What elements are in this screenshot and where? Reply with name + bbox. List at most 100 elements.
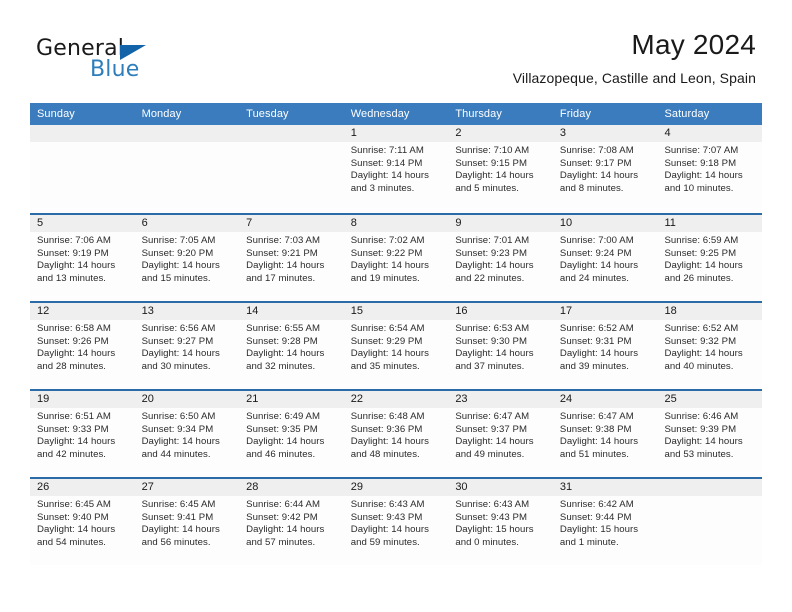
daylight-text: Daylight: 14 hours (246, 348, 325, 360)
calendar-week-row: 5 Sunrise: 7:06 AM Sunset: 9:19 PM Daylight… (30, 213, 763, 301)
weekday-header-wednesday: Wednesday (350, 108, 410, 120)
day-number: 17 (552, 303, 658, 320)
daylight-text-cont: and 10 minutes. (664, 182, 734, 194)
sunrise-text: Sunrise: 6:53 AM (455, 323, 530, 334)
day-number: 6 (134, 215, 240, 232)
sunset-text: Sunset: 9:41 PM (141, 511, 214, 523)
day-number: 19 (30, 391, 135, 408)
day-details: Sunrise: 6:58 AM Sunset: 9:26 PM Daylight:… (30, 320, 135, 373)
day-details: Sunrise: 6:47 AM Sunset: 9:38 PM Daylight:… (553, 408, 658, 461)
daylight-text: Daylight: 14 hours (246, 260, 325, 272)
calendar-day-cell[interactable]: 10 Sunrise: 7:00 AM Sunset: 9:24 PM Dayligh… (552, 215, 658, 301)
sunset-text: Sunset: 9:23 PM (455, 247, 527, 259)
calendar-day-cell[interactable]: 31 Sunrise: 6:42 AM Sunset: 9:44 PM Dayligh… (552, 479, 658, 565)
calendar-day-cell[interactable]: 6 Sunrise: 7:05 AM Sunset: 9:20 PM Daylight… (134, 215, 240, 301)
calendar-day-cell[interactable]: 5 Sunrise: 7:06 AM Sunset: 9:19 PM Daylight… (30, 215, 135, 301)
sunrise-text: Sunrise: 7:11 AM (350, 145, 424, 156)
calendar-day-cell[interactable]: 2 Sunrise: 7:10 AM Sunset: 9:15 PM Daylight… (448, 125, 553, 213)
day-number: 25 (657, 391, 763, 408)
day-number: 8 (343, 215, 449, 232)
calendar-day-cell[interactable]: 17 Sunrise: 6:52 AM Sunset: 9:31 PM Dayligh… (552, 303, 658, 389)
calendar-day-cell[interactable]: 27 Sunrise: 6:45 AM Sunset: 9:41 PM Dayligh… (134, 479, 240, 565)
calendar-day-cell[interactable]: 20 Sunrise: 6:50 AM Sunset: 9:34 PM Dayligh… (134, 391, 240, 477)
day-details: Sunrise: 6:52 AM Sunset: 9:32 PM Daylight:… (657, 320, 762, 373)
day-number: 23 (448, 391, 553, 408)
sunset-text: Sunset: 9:44 PM (559, 511, 632, 523)
calendar-day-cell[interactable]: 19 Sunrise: 6:51 AM Sunset: 9:33 PM Dayligh… (30, 391, 135, 477)
day-number: 16 (448, 303, 553, 320)
calendar-day-cell[interactable]: 16 Sunrise: 6:53 AM Sunset: 9:30 PM Dayligh… (448, 303, 553, 389)
sunrise-text: Sunrise: 7:02 AM (350, 235, 425, 246)
calendar-day-cell[interactable]: 29 Sunrise: 6:43 AM Sunset: 9:43 PM Dayligh… (343, 479, 449, 565)
day-details: Sunrise: 7:01 AM Sunset: 9:23 PM Daylight:… (448, 232, 553, 285)
calendar-day-cell[interactable]: 4 Sunrise: 7:07 AM Sunset: 9:18 PM Daylight… (657, 125, 763, 213)
daylight-text-cont: and 32 minutes. (246, 360, 316, 372)
sunrise-text: Sunrise: 6:58 AM (37, 323, 111, 334)
day-details: Sunrise: 6:55 AM Sunset: 9:28 PM Daylight:… (239, 320, 344, 373)
daylight-text: Daylight: 14 hours (455, 260, 534, 272)
day-details: Sunrise: 6:46 AM Sunset: 9:39 PM Daylight:… (657, 408, 762, 461)
calendar-day-cell[interactable]: 15 Sunrise: 6:54 AM Sunset: 9:29 PM Dayligh… (343, 303, 449, 389)
calendar-day-cell[interactable]: 9 Sunrise: 7:01 AM Sunset: 9:23 PM Daylight… (448, 215, 553, 301)
calendar-day-cell[interactable]: 22 Sunrise: 6:48 AM Sunset: 9:36 PM Dayligh… (343, 391, 449, 477)
daylight-text: Daylight: 14 hours (455, 436, 534, 448)
location-subtitle: Villazopeque, Castille and Leon, Spain (512, 70, 756, 86)
calendar-day-cell[interactable]: 28 Sunrise: 6:44 AM Sunset: 9:42 PM Dayligh… (239, 479, 344, 565)
daylight-text-cont: and 5 minutes. (455, 182, 519, 194)
calendar-day-cell[interactable]: 12 Sunrise: 6:58 AM Sunset: 9:26 PM Dayligh… (30, 303, 135, 389)
calendar-day-cell[interactable]: 3 Sunrise: 7:08 AM Sunset: 9:17 PM Daylight… (552, 125, 658, 213)
calendar-day-cell[interactable]: 13 Sunrise: 6:56 AM Sunset: 9:27 PM Dayligh… (134, 303, 240, 389)
calendar-week-row: 12 Sunrise: 6:58 AM Sunset: 9:26 PM Dayligh… (30, 301, 763, 389)
calendar-day-cell[interactable]: 7 Sunrise: 7:03 AM Sunset: 9:21 PM Daylight… (239, 215, 344, 301)
daylight-text-cont: and 40 minutes. (664, 360, 734, 372)
calendar-day-cell[interactable]: 18 Sunrise: 6:52 AM Sunset: 9:32 PM Dayligh… (657, 303, 763, 389)
daylight-text-cont: and 26 minutes. (664, 272, 734, 284)
daylight-text: Daylight: 14 hours (664, 348, 743, 360)
calendar-day-cell[interactable]: 1 Sunrise: 7:11 AM Sunset: 9:14 PM Daylight… (343, 125, 449, 213)
day-details: Sunrise: 6:50 AM Sunset: 9:34 PM Daylight:… (135, 408, 240, 461)
sunset-text: Sunset: 9:28 PM (246, 335, 318, 347)
daylight-text: Daylight: 15 hours (455, 524, 534, 536)
calendar-week-row: 19 Sunrise: 6:51 AM Sunset: 9:33 PM Dayligh… (30, 389, 763, 477)
calendar-day-cell[interactable]: 11 Sunrise: 6:59 AM Sunset: 9:25 PM Dayligh… (657, 215, 763, 301)
calendar-day-cell[interactable]: 30 Sunrise: 6:43 AM Sunset: 9:43 PM Dayligh… (448, 479, 553, 565)
daylight-text-cont: and 13 minutes. (37, 272, 107, 284)
daylight-text: Daylight: 14 hours (37, 524, 116, 536)
sunset-text: Sunset: 9:30 PM (455, 335, 527, 347)
calendar-day-cell[interactable]: 14 Sunrise: 6:55 AM Sunset: 9:28 PM Dayligh… (239, 303, 344, 389)
daylight-text-cont: and 53 minutes. (664, 448, 734, 460)
calendar-day-cell-empty (30, 125, 135, 213)
calendar-day-cell[interactable]: 8 Sunrise: 7:02 AM Sunset: 9:22 PM Daylight… (343, 215, 449, 301)
calendar-day-cell-empty (239, 125, 344, 213)
daylight-text-cont: and 49 minutes. (455, 448, 525, 460)
day-number: 21 (239, 391, 344, 408)
day-number: 15 (343, 303, 449, 320)
weekday-header-row: Sunday Monday Tuesday Wednesday Thursday… (30, 103, 762, 125)
day-details: Sunrise: 6:56 AM Sunset: 9:27 PM Daylight:… (135, 320, 240, 373)
daylight-text: Daylight: 14 hours (141, 260, 220, 272)
calendar-day-cell[interactable]: 21 Sunrise: 6:49 AM Sunset: 9:35 PM Dayligh… (239, 391, 344, 477)
sunrise-text: Sunrise: 6:45 AM (37, 499, 111, 510)
day-number: 14 (239, 303, 344, 320)
sunset-text: Sunset: 9:14 PM (350, 157, 423, 169)
calendar-day-cell[interactable]: 25 Sunrise: 6:46 AM Sunset: 9:39 PM Dayligh… (657, 391, 763, 477)
calendar-day-cell[interactable]: 23 Sunrise: 6:47 AM Sunset: 9:37 PM Dayligh… (448, 391, 553, 477)
page-title: May 2024 (631, 29, 756, 60)
daylight-text: Daylight: 14 hours (350, 348, 429, 360)
daylight-text-cont: and 39 minutes. (559, 360, 629, 372)
daylight-text: Daylight: 14 hours (37, 348, 116, 360)
daylight-text: Daylight: 14 hours (455, 170, 534, 182)
brand-logo[interactable]: General Blue (36, 36, 236, 88)
daylight-text-cont: and 57 minutes. (246, 536, 316, 548)
day-details: Sunrise: 7:05 AM Sunset: 9:20 PM Daylight:… (135, 232, 240, 285)
daylight-text: Daylight: 14 hours (246, 524, 325, 536)
calendar-day-cell[interactable]: 26 Sunrise: 6:45 AM Sunset: 9:40 PM Dayligh… (30, 479, 135, 565)
day-details: Sunrise: 7:07 AM Sunset: 9:18 PM Daylight:… (657, 142, 762, 195)
day-number: 20 (134, 391, 240, 408)
day-details: Sunrise: 6:49 AM Sunset: 9:35 PM Daylight:… (239, 408, 344, 461)
daylight-text-cont: and 35 minutes. (350, 360, 420, 372)
calendar-day-cell[interactable]: 24 Sunrise: 6:47 AM Sunset: 9:38 PM Dayligh… (552, 391, 658, 477)
daylight-text: Daylight: 14 hours (664, 260, 743, 272)
brand-name-blue: Blue (90, 57, 140, 82)
sunset-text: Sunset: 9:40 PM (37, 511, 109, 523)
